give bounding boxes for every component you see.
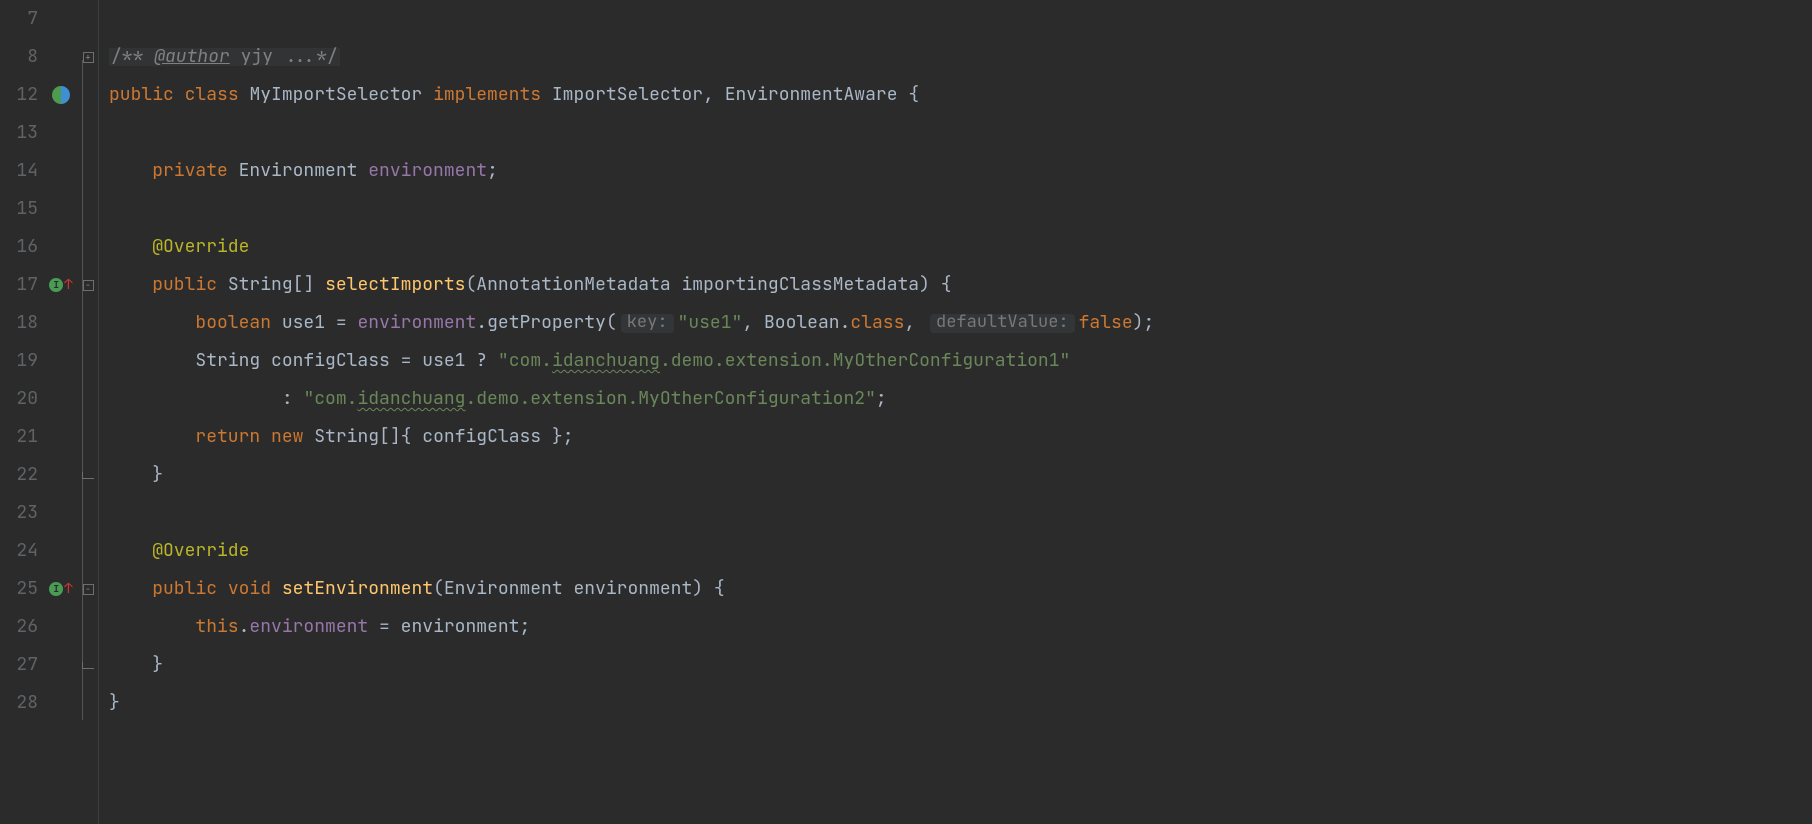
code-line[interactable]: public String[] selectImports(Annotation… (109, 266, 1812, 304)
line-number: 27 (0, 646, 38, 684)
code-line[interactable]: } (109, 456, 1812, 494)
code-line[interactable]: this.environment = environment; (109, 608, 1812, 646)
line-number-gutter: 7 8 12 13 14 15 16 17 18 19 20 21 22 23 … (0, 0, 44, 824)
line-number: 15 (0, 190, 38, 228)
code-line[interactable]: return new String[]{ configClass }; (109, 418, 1812, 456)
fold-collapse-icon[interactable]: − (83, 280, 94, 291)
line-number: 13 (0, 114, 38, 152)
line-number: 14 (0, 152, 38, 190)
code-line[interactable] (109, 0, 1812, 38)
class-gutter-icon[interactable] (44, 76, 78, 114)
line-number: 22 (0, 456, 38, 494)
code-line[interactable]: @Override (109, 532, 1812, 570)
fold-expand-icon[interactable]: + (83, 52, 94, 63)
line-number: 28 (0, 684, 38, 722)
line-number: 8 (0, 38, 38, 76)
code-line[interactable]: public class MyImportSelector implements… (109, 76, 1812, 114)
code-editor[interactable]: 7 8 12 13 14 15 16 17 18 19 20 21 22 23 … (0, 0, 1812, 824)
line-number: 21 (0, 418, 38, 456)
fold-collapse-icon[interactable]: − (83, 584, 94, 595)
line-number: 12 (0, 76, 38, 114)
line-number: 25 (0, 570, 38, 608)
code-line[interactable] (109, 114, 1812, 152)
line-number: 20 (0, 380, 38, 418)
icon-gutter: I↑ I↑ (44, 0, 78, 824)
line-number: 26 (0, 608, 38, 646)
line-number: 23 (0, 494, 38, 532)
code-line[interactable]: private Environment environment; (109, 152, 1812, 190)
code-line[interactable]: : "com.idanchuang.demo.extension.MyOther… (109, 380, 1812, 418)
implements-gutter-icon[interactable]: I↑ (44, 266, 78, 304)
code-line[interactable] (109, 190, 1812, 228)
code-line[interactable]: /** @author yjy ...*/ (109, 38, 1812, 76)
code-line[interactable]: boolean use1 = environment.getProperty(k… (109, 304, 1812, 342)
line-number: 7 (0, 0, 38, 38)
code-area[interactable]: /** @author yjy ...*/ public class MyImp… (99, 0, 1812, 824)
code-line[interactable]: String configClass = use1 ? "com.idanchu… (109, 342, 1812, 380)
code-line[interactable]: } (109, 646, 1812, 684)
line-number: 17 (0, 266, 38, 304)
line-number: 24 (0, 532, 38, 570)
line-number: 18 (0, 304, 38, 342)
line-number: 19 (0, 342, 38, 380)
inlay-hint: defaultValue: (930, 314, 1075, 333)
code-line[interactable] (109, 494, 1812, 532)
code-line[interactable]: public void setEnvironment(Environment e… (109, 570, 1812, 608)
line-number: 16 (0, 228, 38, 266)
code-line[interactable]: } (109, 684, 1812, 722)
fold-end-icon (82, 662, 94, 669)
implements-gutter-icon[interactable]: I↑ (44, 570, 78, 608)
fold-gutter: + − − (78, 0, 99, 824)
fold-end-icon (82, 472, 94, 479)
code-line[interactable]: @Override (109, 228, 1812, 266)
inlay-hint: key: (621, 314, 674, 333)
